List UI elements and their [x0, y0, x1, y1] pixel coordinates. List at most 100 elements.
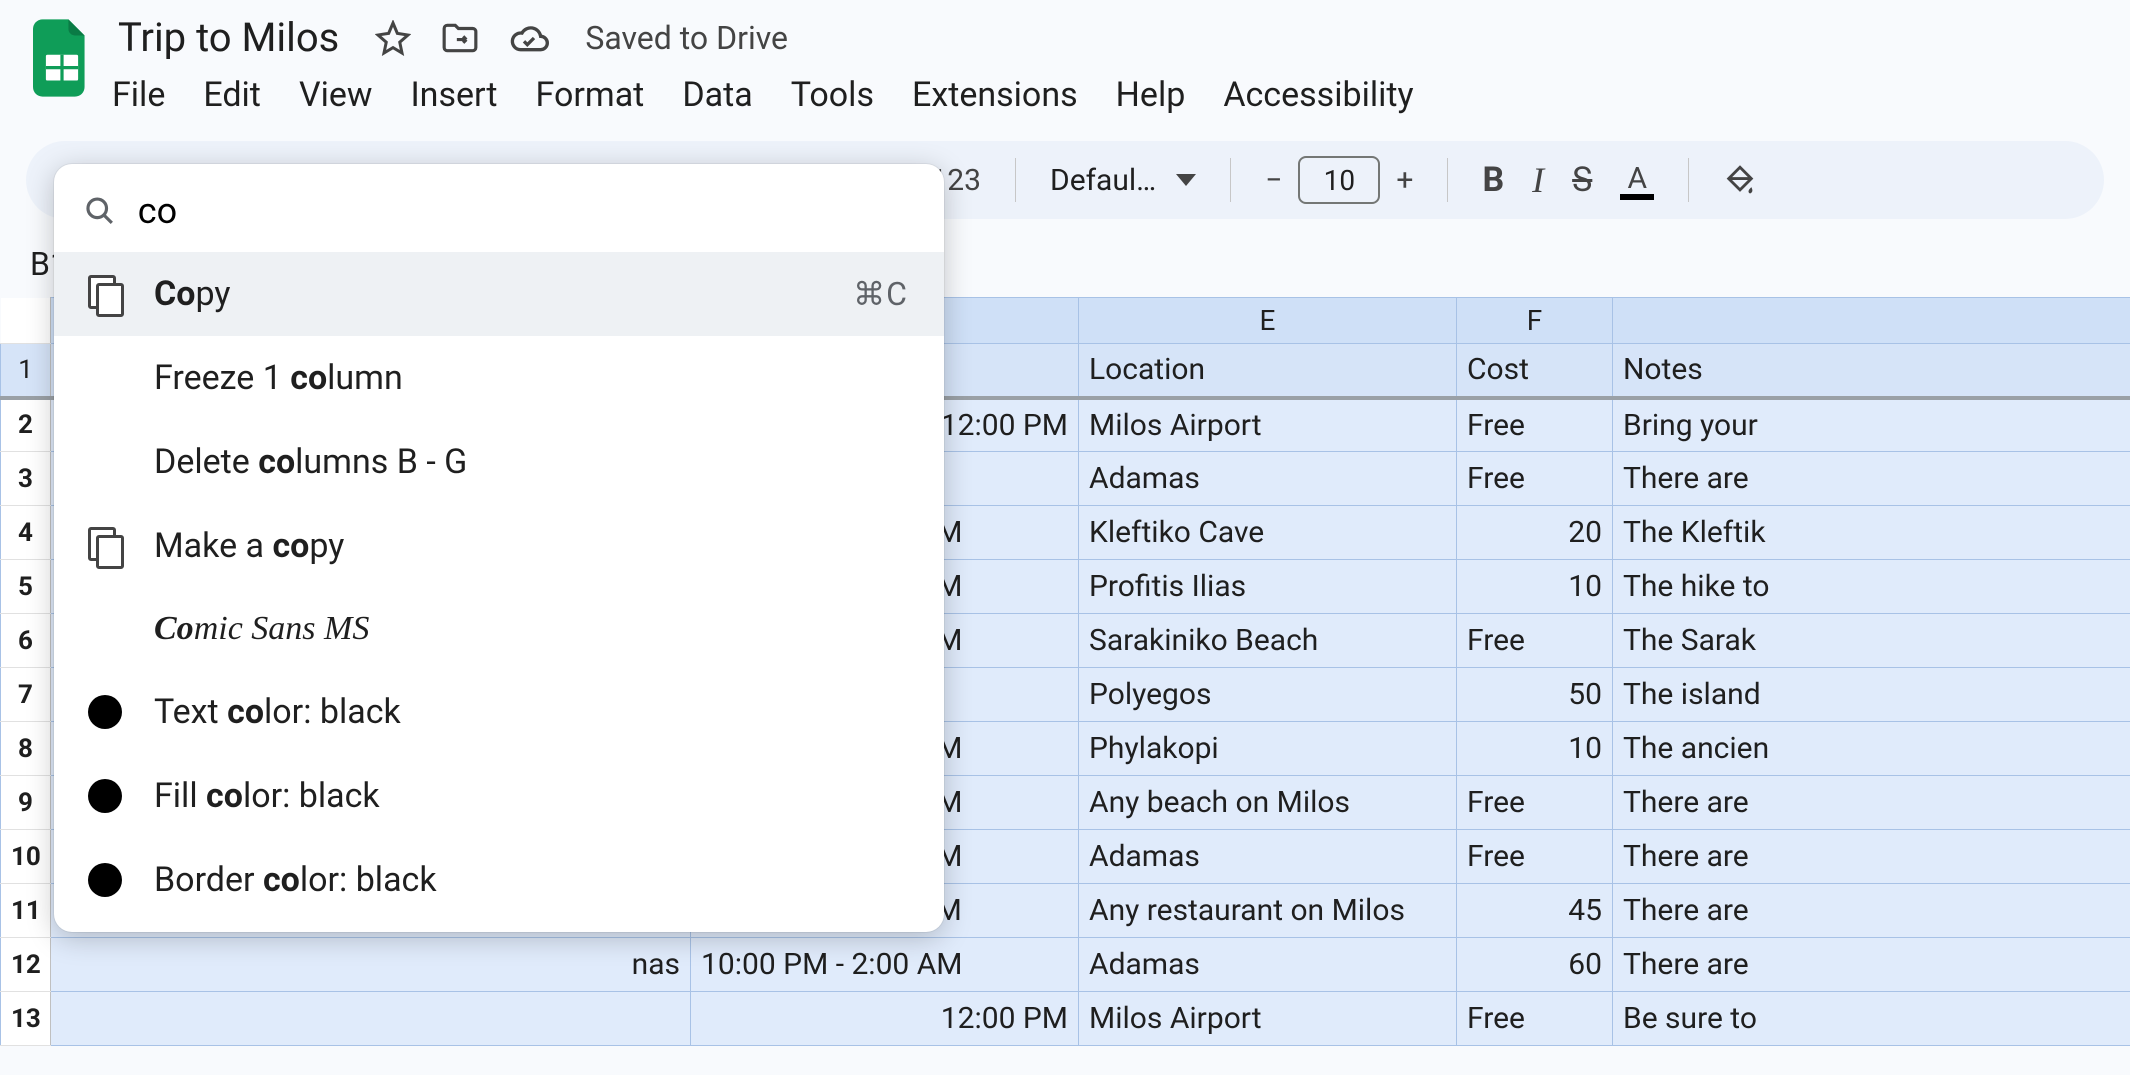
- cell[interactable]: Notes: [1613, 344, 2130, 398]
- menu-edit[interactable]: Edit: [203, 75, 261, 115]
- menu-result-make-a-copy[interactable]: Make a copy: [54, 504, 944, 588]
- row-header[interactable]: 12: [1, 938, 51, 992]
- menu-tools[interactable]: Tools: [791, 75, 874, 115]
- menu-result-font-comic-sans[interactable]: Comic Sans MS: [54, 588, 944, 670]
- menu-result-copy[interactable]: Copy ⌘C: [54, 252, 944, 336]
- cell[interactable]: Phylakopi: [1079, 722, 1457, 776]
- menu-help[interactable]: Help: [1116, 75, 1186, 115]
- row-header[interactable]: 3: [1, 452, 51, 506]
- cell[interactable]: 12:00 PM: [691, 992, 1079, 1046]
- menu-view[interactable]: View: [299, 75, 373, 115]
- increase-font-size-button[interactable]: +: [1396, 163, 1413, 198]
- text-color-button[interactable]: A: [1620, 161, 1654, 200]
- sheets-logo[interactable]: [30, 14, 94, 102]
- cell[interactable]: [51, 992, 691, 1046]
- cell[interactable]: 50: [1457, 668, 1613, 722]
- bold-button[interactable]: B: [1482, 160, 1504, 200]
- doc-title[interactable]: Trip to Milos: [112, 14, 345, 61]
- menu-result-freeze-column[interactable]: Freeze 1 column: [54, 336, 944, 420]
- row-header[interactable]: 4: [1, 506, 51, 560]
- cell[interactable]: Profitis Ilias: [1079, 560, 1457, 614]
- strikethrough-button[interactable]: S: [1572, 160, 1592, 200]
- column-header-g[interactable]: [1613, 298, 2130, 344]
- cell[interactable]: Cost: [1457, 344, 1613, 398]
- cell[interactable]: There are: [1613, 884, 2130, 938]
- row-header[interactable]: 1: [1, 344, 51, 398]
- cell[interactable]: Be sure to: [1613, 992, 2130, 1046]
- chevron-down-icon: [1176, 173, 1196, 187]
- cell[interactable]: The Sarak: [1613, 614, 2130, 668]
- cell[interactable]: 10: [1457, 722, 1613, 776]
- color-swatch-icon: [88, 779, 122, 813]
- cell[interactable]: Adamas: [1079, 452, 1457, 506]
- select-all-corner[interactable]: [1, 298, 51, 344]
- row-header[interactable]: 8: [1, 722, 51, 776]
- cell[interactable]: Free: [1457, 830, 1613, 884]
- cell[interactable]: 20: [1457, 506, 1613, 560]
- cell[interactable]: Sarakiniko Beach: [1079, 614, 1457, 668]
- cell[interactable]: Kleftiko Cave: [1079, 506, 1457, 560]
- cell[interactable]: The ancien: [1613, 722, 2130, 776]
- cell[interactable]: Free: [1457, 992, 1613, 1046]
- cell[interactable]: The hike to: [1613, 560, 2130, 614]
- font-size-input[interactable]: 10: [1298, 156, 1380, 204]
- cell[interactable]: Polyegos: [1079, 668, 1457, 722]
- column-header-e[interactable]: E: [1079, 298, 1457, 344]
- menu-extensions[interactable]: Extensions: [912, 75, 1078, 115]
- menu-result-delete-columns[interactable]: Delete columns B - G: [54, 420, 944, 504]
- decrease-font-size-button[interactable]: −: [1265, 163, 1282, 198]
- row-header[interactable]: 13: [1, 992, 51, 1046]
- menu-result-border-color-black[interactable]: Border color: black: [54, 838, 944, 922]
- row-header[interactable]: 6: [1, 614, 51, 668]
- row-header[interactable]: 10: [1, 830, 51, 884]
- cell[interactable]: 60: [1457, 938, 1613, 992]
- cell[interactable]: 10:00 PM - 2:00 AM: [691, 938, 1079, 992]
- cell[interactable]: Any beach on Milos: [1079, 776, 1457, 830]
- cell[interactable]: Bring your: [1613, 398, 2130, 452]
- cell[interactable]: Milos Airport: [1079, 992, 1457, 1046]
- font-family-select[interactable]: Defaul…: [1050, 163, 1196, 198]
- menu-result-fill-color-black[interactable]: Fill color: black: [54, 754, 944, 838]
- cloud-check-icon[interactable]: [509, 22, 549, 54]
- row-header[interactable]: 7: [1, 668, 51, 722]
- color-swatch-icon: [88, 863, 122, 897]
- row-header[interactable]: 2: [1, 398, 51, 452]
- cell[interactable]: There are: [1613, 452, 2130, 506]
- row-header[interactable]: 5: [1, 560, 51, 614]
- help-search-input[interactable]: [138, 190, 912, 232]
- menu-accessibility[interactable]: Accessibility: [1223, 75, 1413, 115]
- cell[interactable]: nas: [51, 938, 691, 992]
- cell[interactable]: There are: [1613, 830, 2130, 884]
- cell[interactable]: Location: [1079, 344, 1457, 398]
- copy-icon: [88, 275, 122, 313]
- menu-format[interactable]: Format: [536, 75, 645, 115]
- star-icon[interactable]: [375, 20, 411, 56]
- shortcut-label: ⌘C: [853, 275, 908, 313]
- cell[interactable]: Free: [1457, 776, 1613, 830]
- menu-insert[interactable]: Insert: [410, 75, 497, 115]
- cell[interactable]: Free: [1457, 452, 1613, 506]
- menu-file[interactable]: File: [112, 75, 165, 115]
- cell[interactable]: 10: [1457, 560, 1613, 614]
- menu-result-text-color-black[interactable]: Text color: black: [54, 670, 944, 754]
- cell[interactable]: The Kleftik: [1613, 506, 2130, 560]
- color-swatch-icon: [88, 695, 122, 729]
- cell[interactable]: Milos Airport: [1079, 398, 1457, 452]
- cell[interactable]: Free: [1457, 398, 1613, 452]
- menu-data[interactable]: Data: [682, 75, 752, 115]
- move-folder-icon[interactable]: [441, 21, 479, 55]
- cell[interactable]: Free: [1457, 614, 1613, 668]
- cell[interactable]: The island: [1613, 668, 2130, 722]
- cell[interactable]: There are: [1613, 776, 2130, 830]
- search-icon: [84, 194, 116, 228]
- cell[interactable]: Any restaurant on Milos: [1079, 884, 1457, 938]
- column-header-f[interactable]: F: [1457, 298, 1613, 344]
- italic-button[interactable]: I: [1532, 159, 1544, 201]
- cell[interactable]: There are: [1613, 938, 2130, 992]
- cell[interactable]: 45: [1457, 884, 1613, 938]
- row-header[interactable]: 9: [1, 776, 51, 830]
- fill-color-button[interactable]: [1723, 163, 1757, 197]
- cell[interactable]: Adamas: [1079, 830, 1457, 884]
- row-header[interactable]: 11: [1, 884, 51, 938]
- cell[interactable]: Adamas: [1079, 938, 1457, 992]
